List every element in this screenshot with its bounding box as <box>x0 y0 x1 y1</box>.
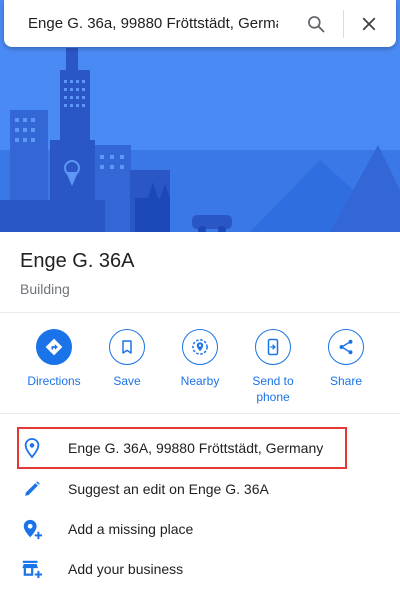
place-type: Building <box>20 281 70 297</box>
add-business-row[interactable]: Add your business <box>0 549 400 589</box>
add-place-icon <box>20 517 44 541</box>
save-label: Save <box>113 374 141 388</box>
address-text: Enge G. 36A, 99880 Fröttstädt, Germany <box>68 440 324 456</box>
share-icon <box>328 329 364 365</box>
place-title: Enge G. 36A <box>20 250 135 272</box>
search-bar-divider <box>343 10 344 38</box>
share-label: Share <box>329 374 363 388</box>
search-button[interactable] <box>300 8 332 40</box>
nearby-icon <box>182 329 218 365</box>
add-missing-place-row[interactable]: Add a missing place <box>0 509 400 549</box>
save-button[interactable]: Save <box>91 329 163 389</box>
nearby-button[interactable]: Nearby <box>164 329 236 389</box>
search-input[interactable]: Enge G. 36a, 99880 Fröttstädt, Germany <box>28 15 278 32</box>
actions-divider <box>0 413 400 414</box>
send-to-phone-button[interactable]: Send to phone <box>237 329 309 405</box>
suggest-edit-row[interactable]: Suggest an edit on Enge G. 36A <box>0 469 400 509</box>
bookmark-icon <box>109 329 145 365</box>
header-divider <box>0 312 400 313</box>
directions-icon <box>36 329 72 365</box>
send-to-phone-icon <box>255 329 291 365</box>
directions-label: Directions <box>27 374 81 388</box>
share-button[interactable]: Share <box>310 329 382 389</box>
location-pin-icon <box>20 436 44 460</box>
close-icon <box>362 17 376 31</box>
place-header: Enge G. 36A Building <box>20 250 135 297</box>
send-to-phone-label: Send to phone <box>252 374 294 404</box>
address-row[interactable]: Enge G. 36A, 99880 Fröttstädt, Germany <box>0 428 400 468</box>
add-missing-place-text: Add a missing place <box>68 521 194 537</box>
nearby-label: Nearby <box>180 374 220 388</box>
search-bar[interactable]: Enge G. 36a, 99880 Fröttstädt, Germany <box>4 0 396 47</box>
add-business-text: Add your business <box>68 561 184 577</box>
search-icon <box>308 16 325 33</box>
suggest-edit-text: Suggest an edit on Enge G. 36A <box>68 481 269 497</box>
close-button[interactable] <box>353 8 385 40</box>
add-business-icon <box>20 557 44 581</box>
pencil-icon <box>20 477 44 501</box>
directions-button[interactable]: Directions <box>18 329 90 389</box>
